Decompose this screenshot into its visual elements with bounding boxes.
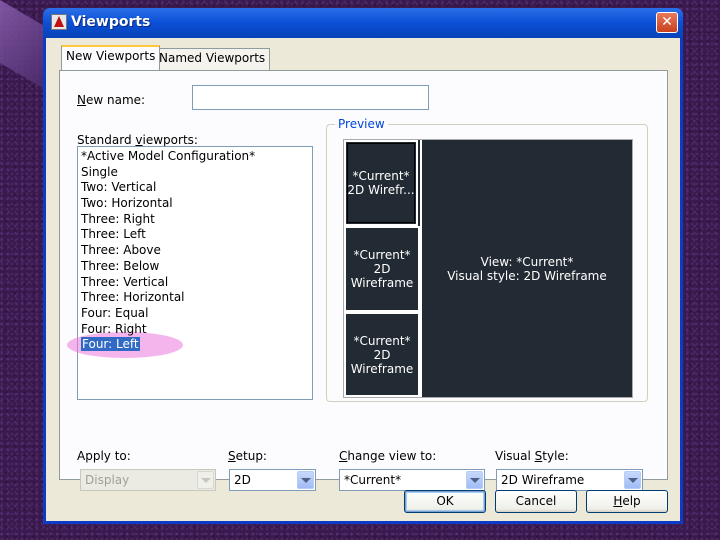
tab-new-viewports[interactable]: New Viewports — [61, 45, 161, 70]
list-item[interactable]: Four: Equal — [81, 306, 309, 322]
chevron-down-icon[interactable] — [297, 471, 314, 489]
visual-style-value: 2D Wireframe — [501, 473, 585, 487]
list-item[interactable]: Two: Horizontal — [81, 196, 309, 212]
apply-to-value: Display — [85, 473, 130, 487]
visual-style-select[interactable]: 2D Wireframe — [496, 469, 643, 491]
viewport-view-label: *Current* — [352, 169, 410, 183]
change-view-value: *Current* — [344, 473, 402, 487]
viewports-dialog: Viewports ✕ New Viewports Named Viewport… — [43, 8, 683, 524]
help-button[interactable]: Help — [586, 490, 668, 513]
list-item-selected[interactable]: Four: Left — [67, 332, 309, 359]
list-item[interactable]: Three: Below — [81, 259, 309, 275]
viewport-right[interactable]: View: *Current* Visual style: 2D Wirefra… — [420, 140, 632, 397]
viewport-preview: *Current* 2D Wirefr... *Current* 2D Wire… — [343, 139, 633, 398]
viewport-view-label: *Current* — [353, 248, 411, 262]
list-item[interactable]: Three: Horizontal — [81, 290, 309, 306]
dialog-client-area: New Viewports Named Viewports New name: … — [46, 38, 680, 521]
close-button[interactable]: ✕ — [656, 12, 678, 33]
list-item[interactable]: Single — [81, 165, 309, 181]
viewport-style-label: 2D Wireframe — [350, 262, 414, 290]
list-item[interactable]: *Active Model Configuration* — [81, 149, 309, 165]
new-name-input[interactable] — [192, 85, 429, 110]
list-item[interactable]: Two: Vertical — [81, 180, 309, 196]
viewport-style-label: 2D Wirefr... — [347, 183, 415, 197]
viewport-view-label: *Current* — [353, 333, 411, 348]
list-item[interactable]: Three: Right — [81, 212, 309, 228]
list-item[interactable]: Three: Left — [81, 227, 309, 243]
setup-select[interactable]: 2D — [229, 469, 316, 491]
list-item[interactable]: Three: Vertical — [81, 275, 309, 291]
change-view-select[interactable]: *Current* — [339, 469, 485, 491]
preview-group: Preview *Current* 2D Wirefr... *Current*… — [326, 117, 648, 402]
viewport-middle-left[interactable]: *Current* 2D Wireframe — [344, 226, 420, 312]
chevron-down-icon[interactable] — [466, 471, 483, 489]
standard-viewports-list[interactable]: *Active Model Configuration* Single Two:… — [67, 146, 313, 400]
apply-to-label: Apply to: — [77, 449, 131, 463]
list-item[interactable]: Three: Above — [81, 243, 309, 259]
viewport-view-label: View: *Current* — [480, 254, 574, 269]
viewport-style-label: 2D Wireframe — [350, 347, 414, 376]
tab-named-viewports[interactable]: Named Viewports — [154, 48, 271, 70]
setup-value: 2D — [234, 473, 251, 487]
viewport-bottom-left[interactable]: *Current* 2D Wireframe — [344, 312, 420, 397]
desktop-decoration — [0, 0, 46, 90]
list-item[interactable]: Four: Right — [81, 322, 309, 338]
title-bar[interactable]: Viewports ✕ — [43, 8, 683, 38]
chevron-down-icon — [197, 471, 214, 489]
new-name-label: New name: — [77, 93, 146, 107]
dialog-title: Viewports — [71, 14, 151, 30]
ok-button[interactable]: OK — [404, 490, 486, 513]
visual-style-label: Visual Style: — [495, 449, 569, 463]
setup-label: Setup: — [228, 449, 267, 463]
chevron-down-icon[interactable] — [624, 471, 641, 489]
viewport-top-left[interactable]: *Current* 2D Wirefr... — [344, 140, 418, 226]
viewport-style-label: Visual style: 2D Wireframe — [447, 268, 607, 283]
change-view-label: Change view to: — [339, 449, 437, 463]
apply-to-select: Display — [80, 469, 216, 491]
new-viewports-panel: New name: Standard viewports: *Active Mo… — [59, 70, 668, 491]
cancel-button[interactable]: Cancel — [495, 490, 577, 513]
autocad-app-icon — [51, 14, 67, 30]
preview-label: Preview — [335, 117, 388, 131]
standard-viewports-label: Standard viewports: — [77, 133, 198, 147]
